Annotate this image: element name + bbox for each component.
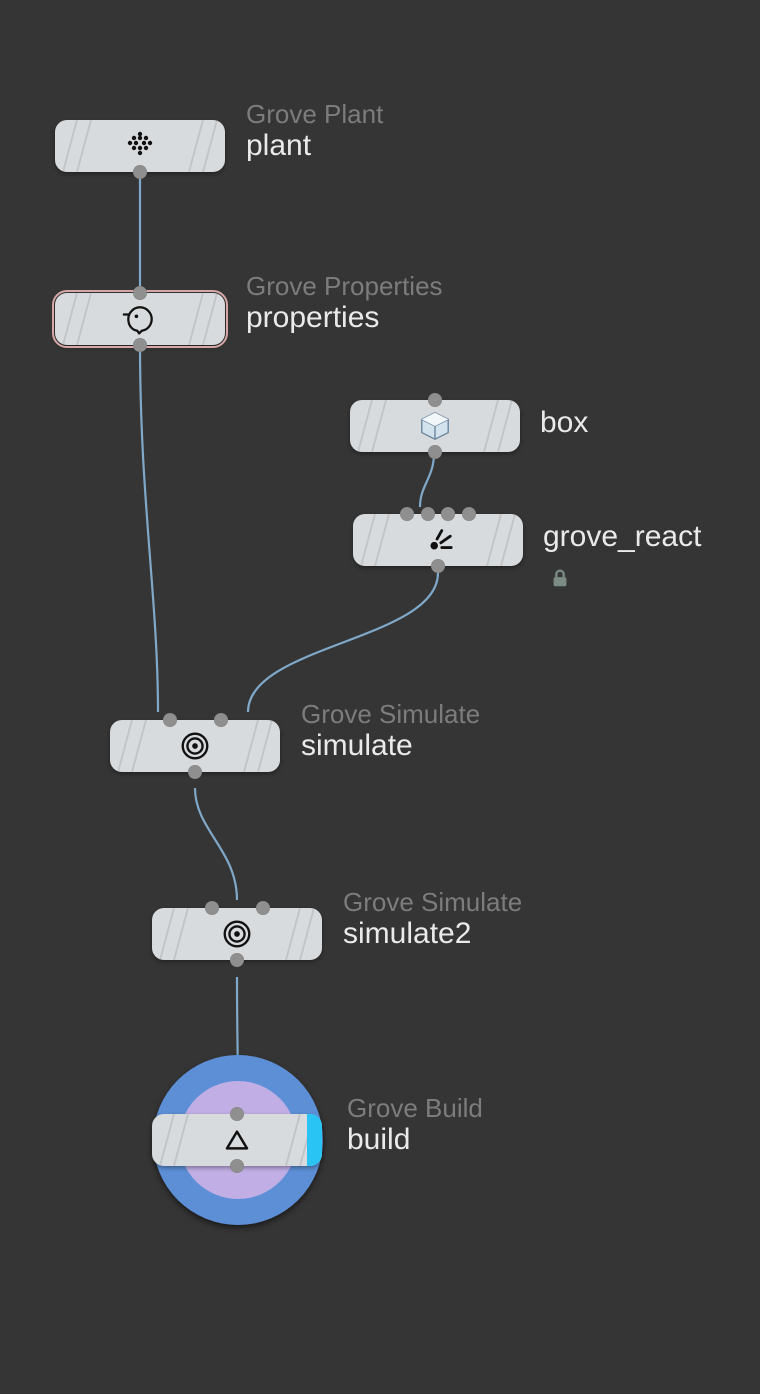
port-out[interactable] (230, 953, 244, 967)
node-name-label: properties (246, 301, 443, 336)
wire-properties-simulate (140, 345, 158, 712)
port-in-3[interactable] (462, 507, 476, 521)
triangle-icon (219, 1122, 255, 1158)
node-type-label: Grove Simulate (301, 700, 480, 729)
port-out[interactable] (230, 1159, 244, 1173)
wires-layer (0, 0, 760, 1394)
port-out[interactable] (133, 338, 147, 352)
node-simulate[interactable] (110, 720, 280, 772)
node-type-label: Grove Plant (246, 100, 383, 129)
node-name-label: grove_react (543, 520, 701, 555)
wire-simulate-simulate2 (195, 788, 237, 900)
port-in-0[interactable] (163, 713, 177, 727)
node-type-label: Grove Properties (246, 272, 443, 301)
node-build[interactable] (152, 1114, 322, 1166)
node-box[interactable] (350, 400, 520, 452)
node-name-label: simulate2 (343, 917, 522, 952)
wire-box-grovereact (420, 453, 434, 507)
node-type-label: Grove Build (347, 1094, 483, 1123)
port-in[interactable] (230, 1107, 244, 1121)
node-simulate2[interactable] (152, 908, 322, 960)
node-name-label: plant (246, 129, 383, 164)
lock-icon (549, 567, 571, 589)
node-name-label: box (540, 406, 588, 441)
port-out[interactable] (188, 765, 202, 779)
node-properties[interactable] (55, 293, 225, 345)
target-icon (177, 728, 213, 764)
cube-icon (417, 408, 453, 444)
node-name-label: build (347, 1123, 483, 1158)
port-in-1[interactable] (214, 713, 228, 727)
node-name-label: simulate (301, 729, 480, 764)
port-in-1[interactable] (421, 507, 435, 521)
wire-grovereact-simulate (248, 573, 438, 712)
port-in-0[interactable] (205, 901, 219, 915)
plant-icon (122, 128, 158, 164)
port-out[interactable] (431, 559, 445, 573)
bird-icon (122, 301, 158, 337)
node-type-label: Grove Simulate (343, 888, 522, 917)
port-out[interactable] (428, 445, 442, 459)
render-active-indicator (307, 1114, 322, 1166)
impact-icon (420, 522, 456, 558)
port-in-2[interactable] (441, 507, 455, 521)
node-plant[interactable] (55, 120, 225, 172)
port-in-1[interactable] (256, 901, 270, 915)
port-in[interactable] (133, 286, 147, 300)
target-icon (219, 916, 255, 952)
node-grove-react[interactable] (353, 514, 523, 566)
port-out[interactable] (133, 165, 147, 179)
node-graph-canvas[interactable]: Grove Plant plant Grove Properties prope… (0, 0, 760, 1394)
port-in-0[interactable] (400, 507, 414, 521)
port-in[interactable] (428, 393, 442, 407)
